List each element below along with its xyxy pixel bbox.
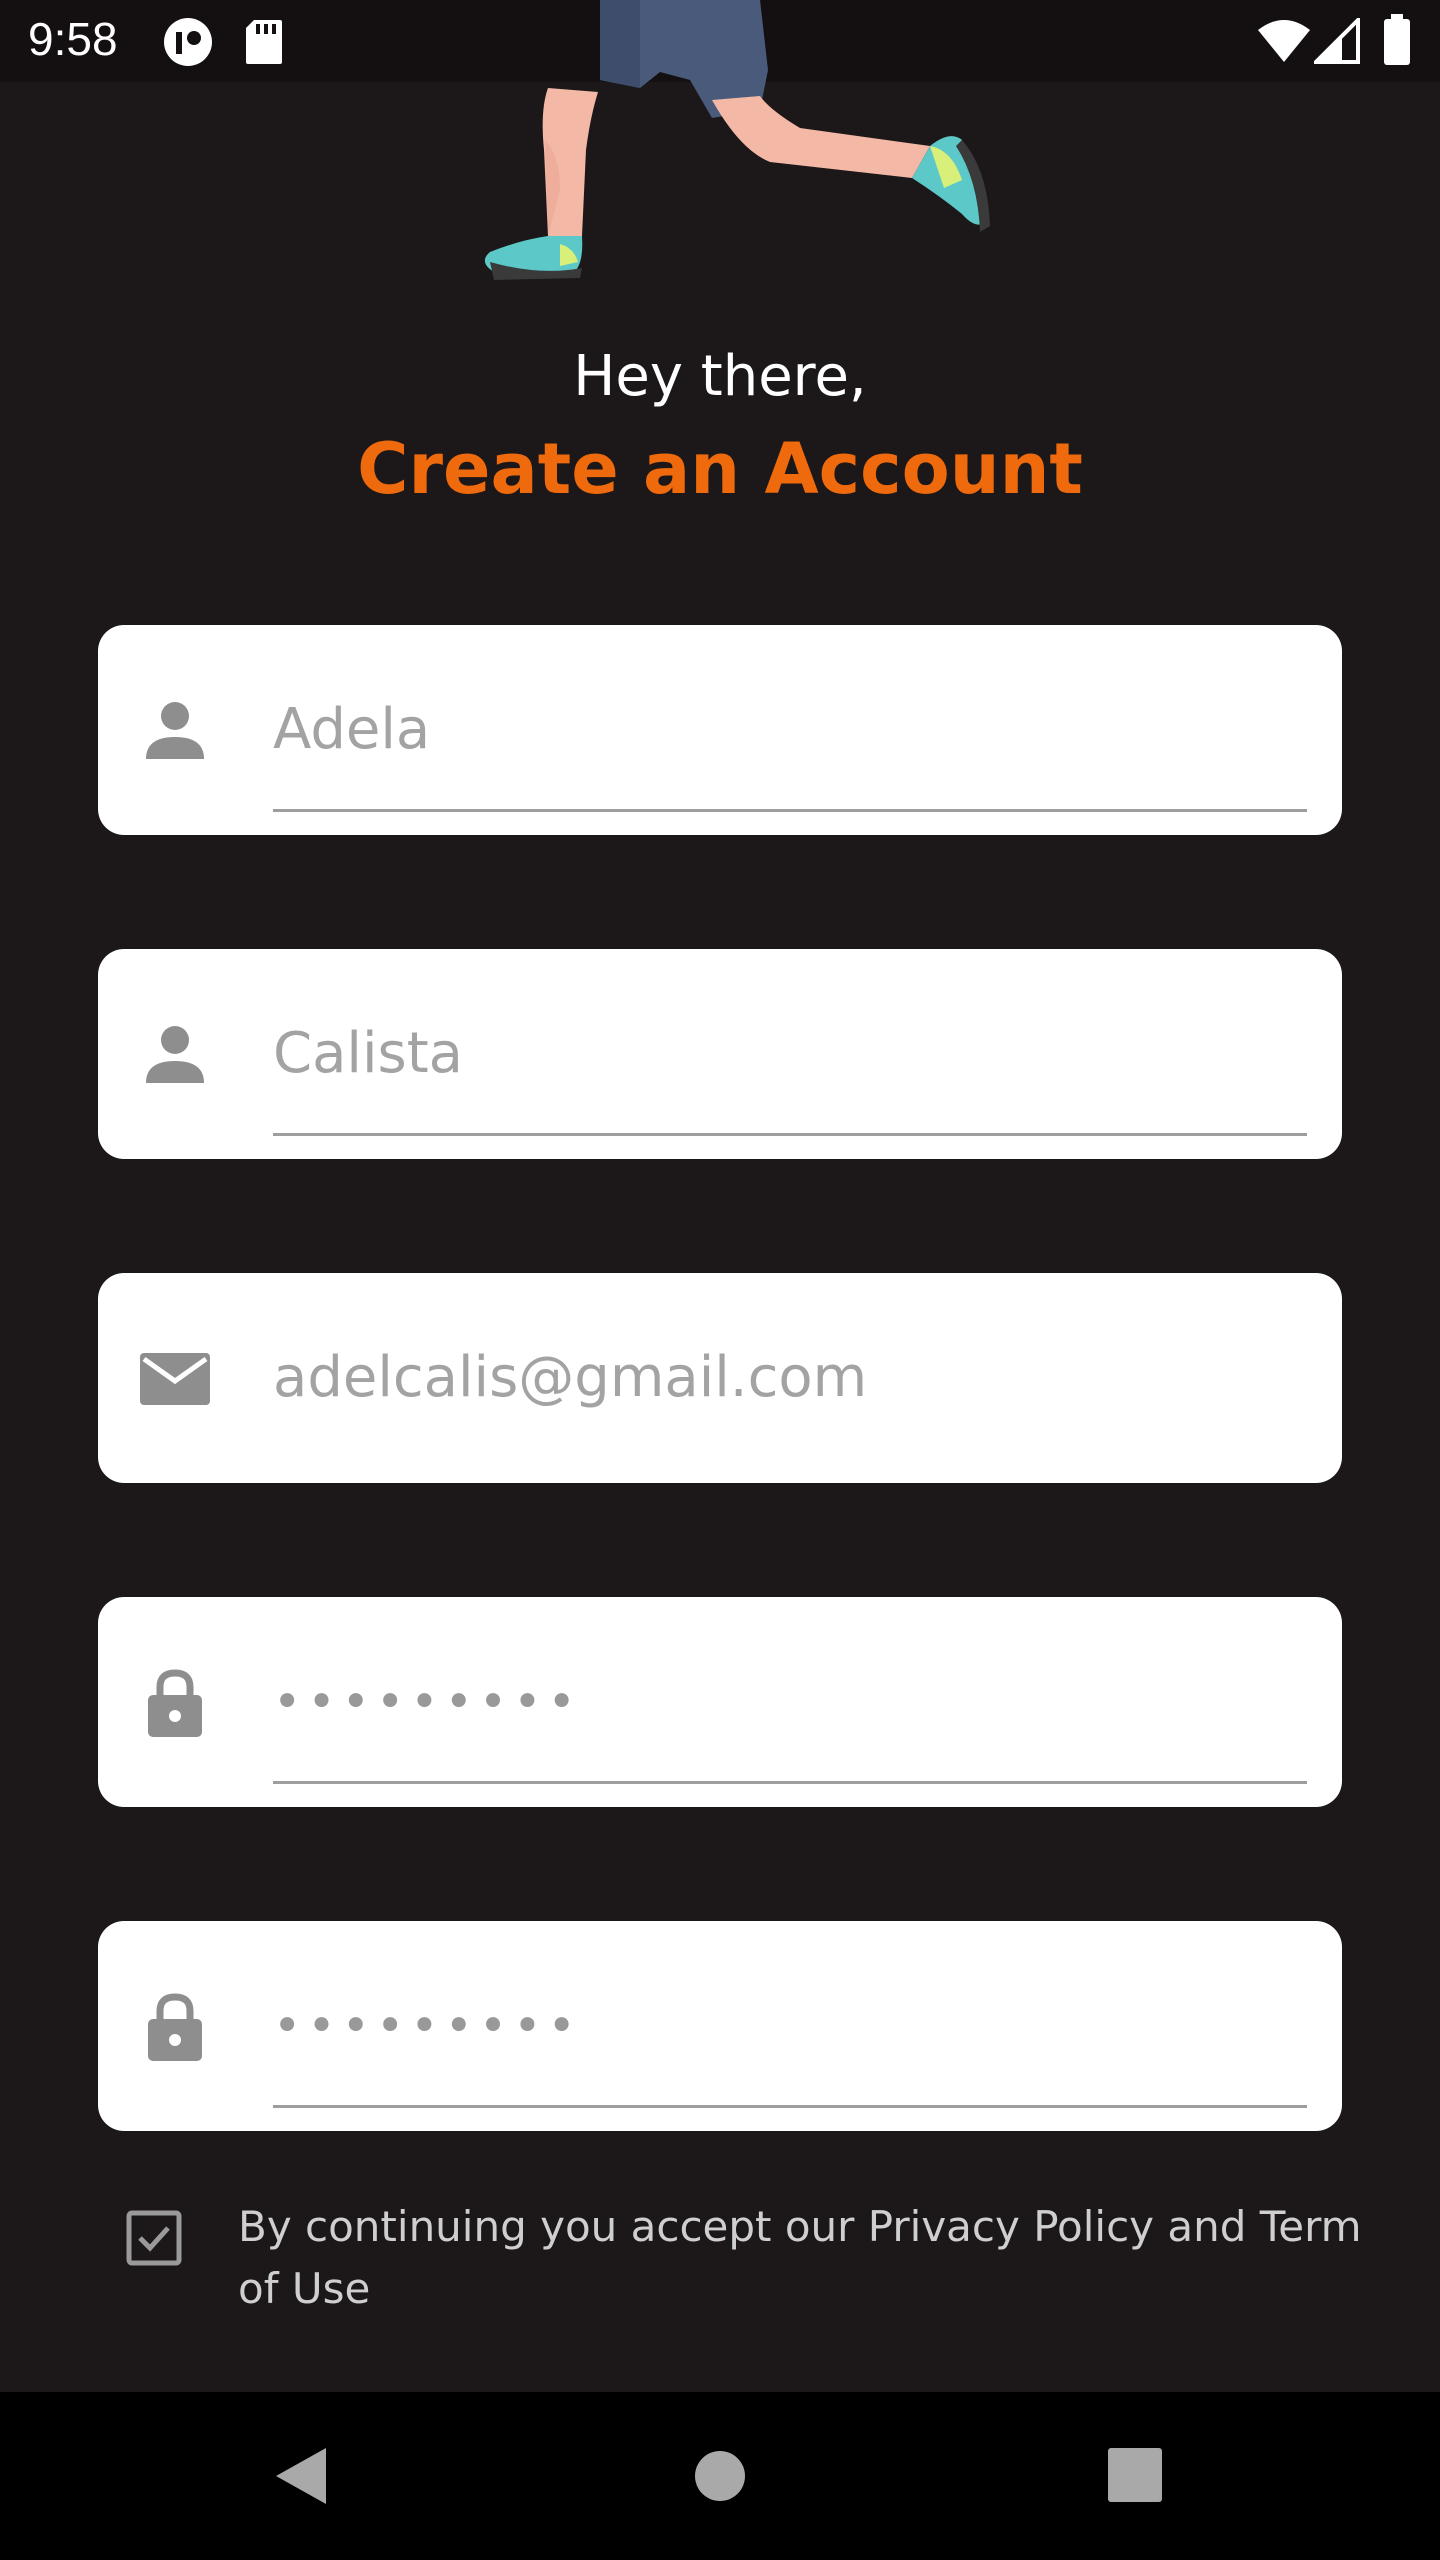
home-icon[interactable] [694,2450,746,2502]
lock-icon [148,1669,202,1737]
wifi-icon [1258,20,1310,62]
app-notification-icon [164,18,212,66]
lock-icon [148,1993,202,2061]
input-underline [273,2105,1307,2108]
battery-icon [1384,14,1410,65]
input-underline [273,809,1307,812]
password-field[interactable] [98,1597,1342,1807]
last-name-input[interactable] [273,1017,1303,1091]
sd-card-icon [246,20,282,64]
status-time: 9:58 [28,13,118,65]
consent-row: By continuing you accept our Privacy Pol… [126,2196,1362,2326]
person-icon [146,1026,204,1083]
status-bar: 9:58 [0,0,1440,82]
input-underline [273,1781,1307,1784]
first-name-input[interactable] [273,693,1303,767]
mail-icon [140,1353,210,1405]
confirm-password-input[interactable] [273,1989,1303,2063]
email-input[interactable] [273,1341,1303,1415]
password-input[interactable] [273,1665,1303,1739]
person-icon [146,702,204,759]
first-name-field[interactable] [98,625,1342,835]
back-icon[interactable] [270,2444,330,2508]
email-field[interactable] [98,1273,1342,1483]
navigation-bar [0,2392,1440,2560]
confirm-password-field[interactable] [98,1921,1342,2131]
recents-icon[interactable] [1108,2448,1162,2502]
greeting-text: Hey there, [573,344,867,409]
input-underline [273,1133,1307,1136]
last-name-field[interactable] [98,949,1342,1159]
cellular-signal-icon [1314,18,1360,64]
page-title: Create an Account [357,428,1083,510]
consent-checkbox[interactable] [126,2210,182,2266]
consent-text: By continuing you accept our Privacy Pol… [238,2202,1362,2313]
